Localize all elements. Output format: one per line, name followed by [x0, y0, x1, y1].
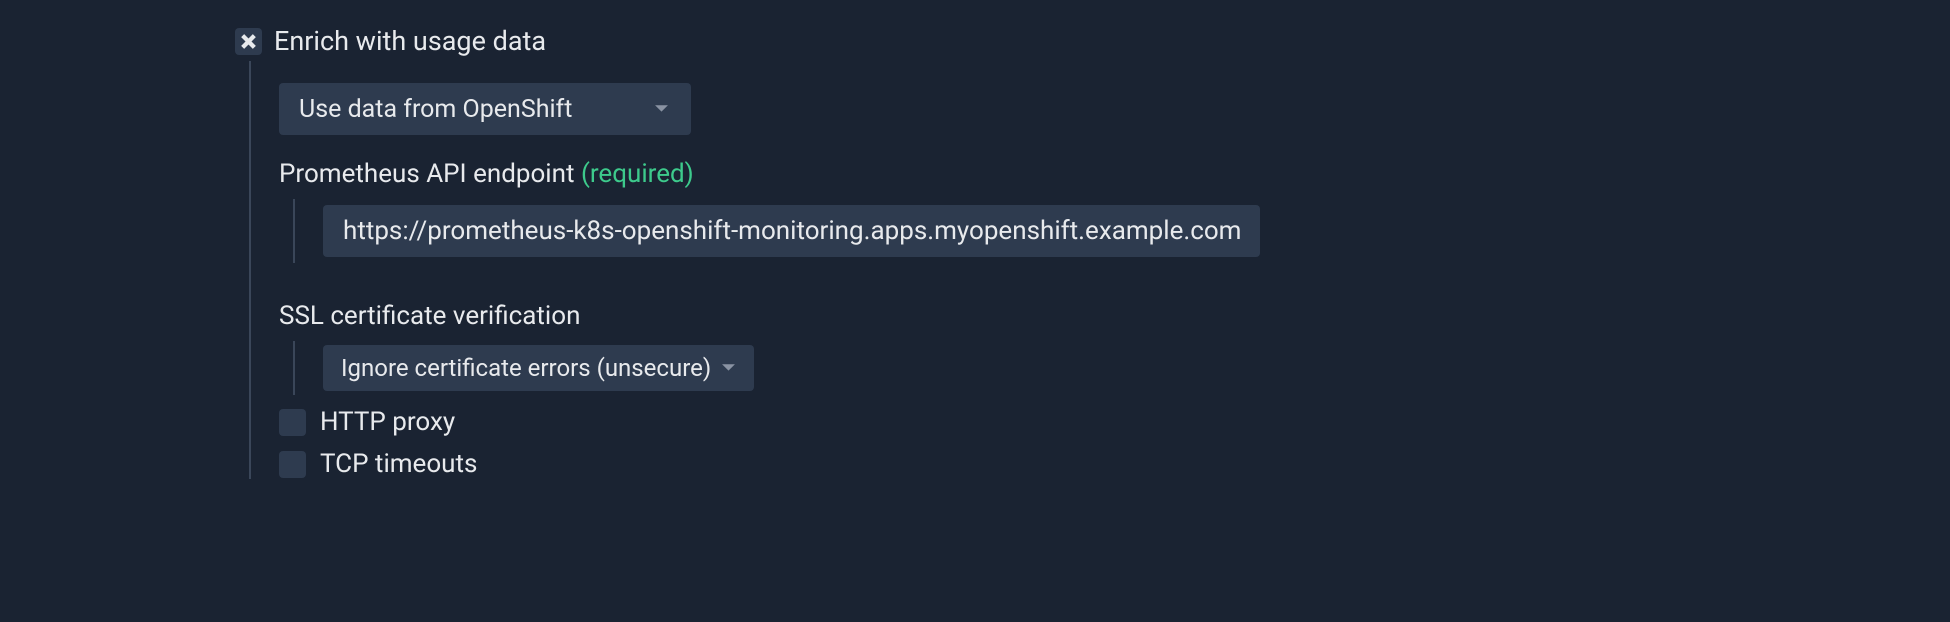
- tcp-timeouts-label: TCP timeouts: [320, 449, 477, 479]
- tcp-timeouts-row: TCP timeouts: [279, 449, 1950, 479]
- tcp-timeouts-checkbox[interactable]: [279, 451, 306, 478]
- prometheus-endpoint-label-row: Prometheus API endpoint (required): [279, 159, 1950, 189]
- data-source-dropdown[interactable]: Use data from OpenShift: [279, 83, 691, 135]
- prometheus-endpoint-input[interactable]: [323, 205, 1260, 257]
- ssl-verification-selected: Ignore certificate errors (unsecure): [341, 354, 711, 382]
- ssl-verification-section: SSL certificate verification Ignore cert…: [279, 301, 1950, 395]
- data-source-selected: Use data from OpenShift: [299, 95, 572, 124]
- required-badge: (required): [581, 159, 694, 189]
- ssl-verification-label: SSL certificate verification: [279, 301, 1950, 331]
- close-x-icon: [240, 33, 257, 50]
- prometheus-input-wrapper: [293, 199, 1950, 263]
- enrich-usage-data-checkbox[interactable]: [235, 28, 262, 55]
- chevron-down-icon: [721, 363, 736, 373]
- http-proxy-checkbox[interactable]: [279, 409, 306, 436]
- http-proxy-label: HTTP proxy: [320, 407, 455, 437]
- chevron-down-icon: [654, 104, 669, 114]
- section-body: Use data from OpenShift Prometheus API e…: [249, 61, 1950, 479]
- http-proxy-row: HTTP proxy: [279, 407, 1950, 437]
- ssl-verification-dropdown[interactable]: Ignore certificate errors (unsecure): [323, 345, 754, 391]
- enrich-usage-data-row: Enrich with usage data: [235, 25, 1950, 57]
- section-title: Enrich with usage data: [274, 25, 546, 57]
- ssl-dropdown-wrapper: Ignore certificate errors (unsecure): [293, 341, 1950, 395]
- prometheus-endpoint-label: Prometheus API endpoint: [279, 159, 575, 189]
